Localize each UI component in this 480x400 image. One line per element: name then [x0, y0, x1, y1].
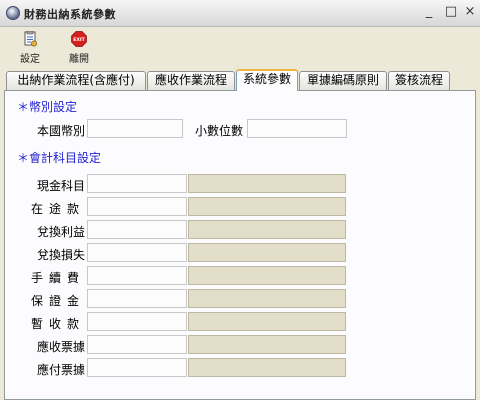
maximize-button[interactable]: □ [442, 5, 460, 21]
account-code-field[interactable] [87, 174, 187, 193]
tab-cashier-workflow[interactable]: 出納作業流程(含應付) [6, 71, 146, 90]
account-label: 暫收款 [31, 317, 86, 331]
toolbar: 設定 EXIT 離開 [0, 27, 480, 67]
base-currency-field[interactable] [87, 119, 183, 138]
exit-icon: EXIT [71, 31, 87, 47]
tab-document-numbering[interactable]: 單據編碼原則 [299, 71, 387, 90]
exit-label: 離開 [69, 54, 89, 65]
tab-strip: 出納作業流程(含應付) 應收作業流程 系統參數 單據編碼原則 簽核流程 [0, 69, 480, 91]
account-code-field[interactable] [87, 243, 187, 262]
account-label: 應收票據 [36, 340, 85, 354]
account-code-field[interactable] [87, 220, 187, 239]
decimal-places-label: 小數位數 [194, 124, 243, 138]
system-parameters-panel: ＊幣別設定 本國幣別 小數位數 ＊會計科目設定 現金科目在途款兌換利益兌換損失手… [4, 90, 476, 400]
account-code-field[interactable] [87, 335, 187, 354]
account-code-field[interactable] [87, 266, 187, 285]
account-section-title: ＊會計科目設定 [17, 151, 102, 165]
exit-icon-text: EXIT [73, 37, 85, 43]
account-code-field[interactable] [87, 197, 187, 216]
account-label: 在途款 [31, 202, 86, 216]
tab-approval-workflow[interactable]: 簽核流程 [388, 71, 450, 90]
account-name-field [188, 335, 346, 354]
account-code-field[interactable] [87, 312, 187, 331]
account-name-field [188, 197, 346, 216]
account-name-field [188, 174, 346, 193]
account-label: 應付票據 [36, 363, 85, 377]
settings-label: 設定 [20, 54, 40, 65]
minimize-button[interactable]: _ [420, 5, 438, 21]
account-name-field [188, 358, 346, 377]
base-currency-label: 本國幣別 [36, 124, 85, 138]
exit-button[interactable]: EXIT 離開 [62, 31, 96, 65]
settings-button[interactable]: 設定 [13, 31, 47, 65]
account-code-field[interactable] [87, 289, 187, 308]
account-name-field [188, 312, 346, 331]
decimal-places-field[interactable] [247, 119, 347, 138]
window-title: 財務出納系統參數 [24, 8, 116, 21]
account-label: 手續費 [31, 271, 86, 285]
account-name-field [188, 289, 346, 308]
account-code-field[interactable] [87, 358, 187, 377]
app-icon [6, 6, 20, 20]
title-bar[interactable]: 財務出納系統參數 _ □ × [0, 0, 480, 27]
tab-receivable-workflow[interactable]: 應收作業流程 [147, 71, 235, 90]
currency-section-title: ＊幣別設定 [17, 100, 78, 114]
account-label: 兌換損失 [36, 248, 85, 262]
account-name-field [188, 243, 346, 262]
account-name-field [188, 266, 346, 285]
account-name-field [188, 220, 346, 239]
account-label: 保證金 [31, 294, 86, 308]
account-label: 現金科目 [36, 179, 85, 193]
account-label: 兌換利益 [36, 225, 85, 239]
close-button[interactable]: × [461, 5, 479, 21]
settings-icon [24, 31, 37, 47]
tab-system-parameters[interactable]: 系統參數 [236, 69, 298, 91]
